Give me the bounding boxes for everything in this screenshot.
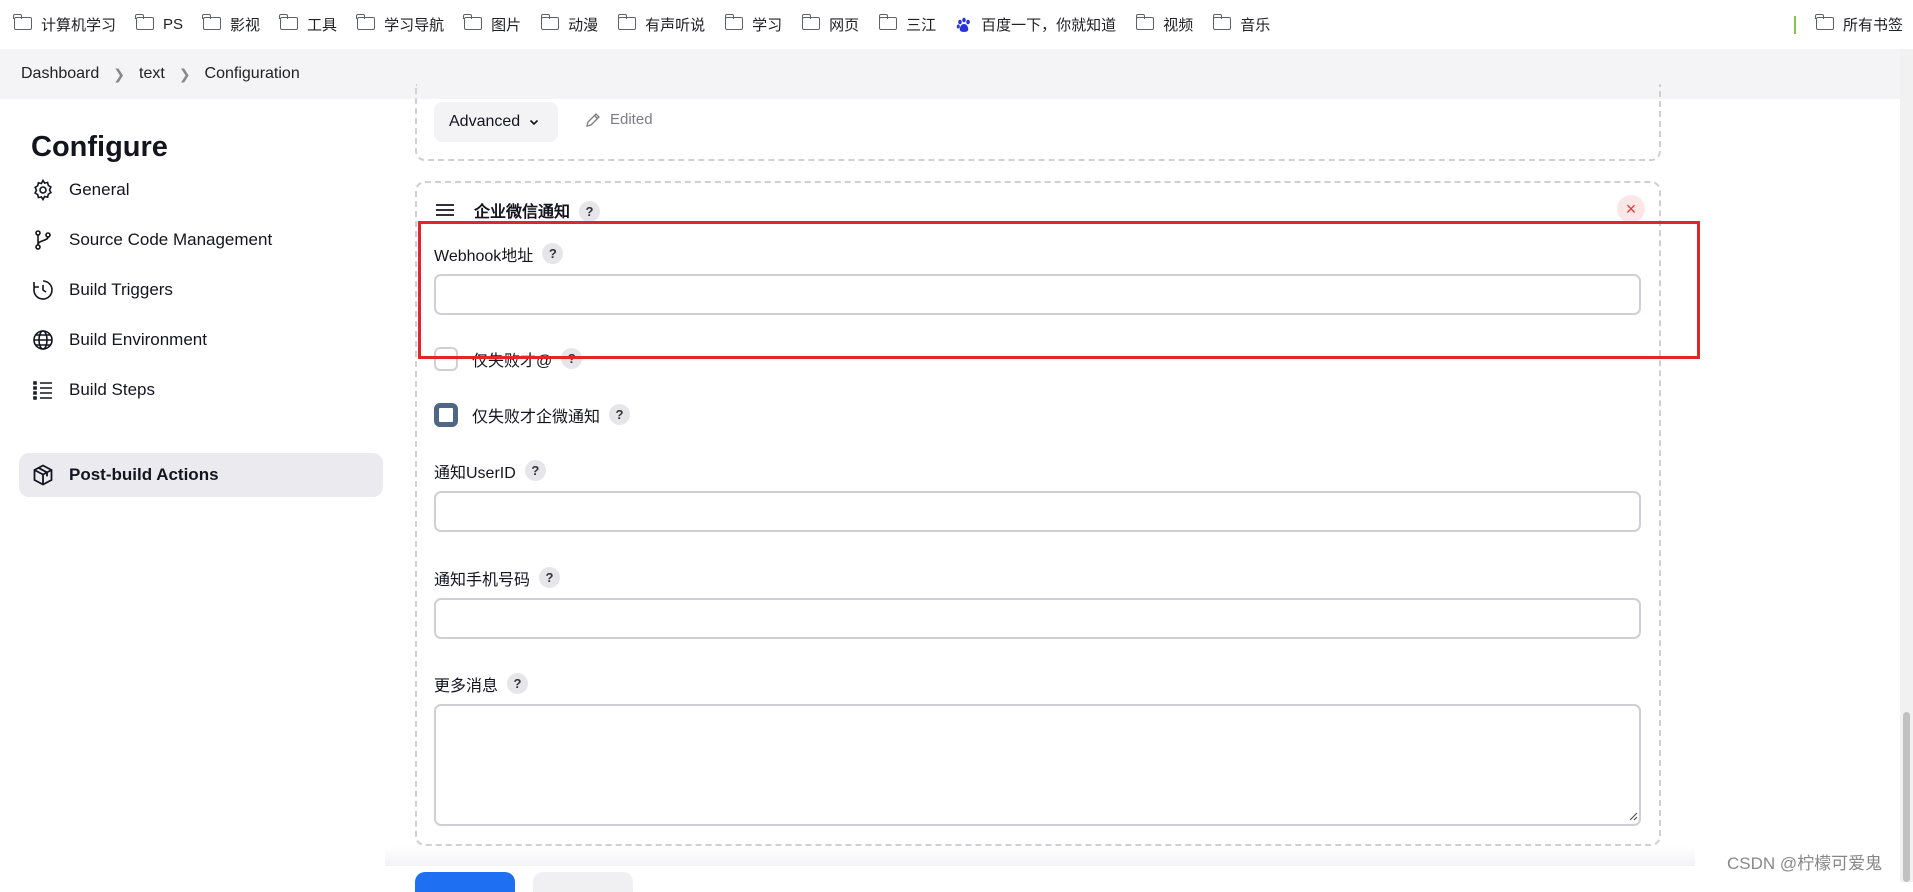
sidebar: Configure General Source Code Management… <box>0 99 395 882</box>
bookmark-item[interactable]: 计算机学习 <box>13 14 116 35</box>
sidebar-item-source-code-management[interactable]: Source Code Management <box>19 218 383 262</box>
folder-icon <box>724 14 744 30</box>
userid-input[interactable] <box>434 491 1641 532</box>
bookmark-item[interactable]: 有声听说 <box>617 14 705 35</box>
bookmark-item[interactable]: 视频 <box>1135 14 1193 35</box>
folder-icon <box>878 14 898 30</box>
bookmarks-bar: 计算机学习 PS 影视 工具 学习导航 图片 动漫 有声听说 学习 网页 三江 … <box>0 0 1913 49</box>
advanced-button[interactable]: Advanced <box>434 102 558 142</box>
folder-icon <box>202 14 222 30</box>
bottom-shadow <box>385 846 1695 866</box>
folder-icon <box>1212 14 1232 30</box>
fail-notify-checkbox-row: 仅失败才企微通知? <box>434 403 631 427</box>
breadcrumb-configuration[interactable]: Configuration <box>205 65 300 83</box>
branch-icon <box>35 230 51 250</box>
bookmark-item[interactable]: 工具 <box>279 14 337 35</box>
help-icon[interactable]: ? <box>579 201 601 222</box>
help-icon[interactable]: ? <box>539 566 561 588</box>
help-icon[interactable]: ? <box>524 459 546 481</box>
sidebar-item-label: General <box>69 180 130 199</box>
folder-icon <box>1135 14 1155 30</box>
folder-icon <box>463 14 483 30</box>
watermark: CSDN @柠檬可爱鬼 <box>1727 854 1883 873</box>
more-message-textarea[interactable] <box>434 704 1641 826</box>
list-icon <box>33 381 52 400</box>
help-icon[interactable]: ? <box>507 672 529 694</box>
sidebar-item-label: Build Triggers <box>69 280 173 299</box>
fail-notify-checkbox[interactable] <box>434 403 458 427</box>
baidu-paw-icon <box>956 17 970 32</box>
sidebar-item-build-triggers[interactable]: Build Triggers <box>19 268 383 312</box>
highlight-box <box>418 221 1700 359</box>
breadcrumb-job[interactable]: text <box>139 65 165 83</box>
folder-icon <box>13 14 32 30</box>
sidebar-item-label: Post-build Actions <box>69 465 219 484</box>
cube-icon <box>33 464 53 486</box>
phone-input[interactable] <box>434 598 1641 639</box>
breadcrumb-dashboard[interactable]: Dashboard <box>21 65 99 83</box>
apply-button[interactable] <box>533 872 633 892</box>
sidebar-item-build-environment[interactable]: Build Environment <box>19 318 383 362</box>
bookmark-item[interactable]: 百度一下，你就知道 <box>956 14 1116 35</box>
chevron-right-icon: ❯ <box>178 65 191 82</box>
bookmark-item[interactable]: 图片 <box>463 14 521 35</box>
phone-label: 通知手机号码? <box>434 566 561 590</box>
more-message-label: 更多消息? <box>434 672 529 696</box>
clock-icon <box>33 280 53 300</box>
folder-icon <box>279 14 299 30</box>
bookmark-item[interactable]: 影视 <box>202 14 260 35</box>
gear-icon <box>34 178 52 202</box>
sidebar-item-build-steps[interactable]: Build Steps <box>19 368 383 412</box>
globe-icon <box>33 330 53 350</box>
folder-icon <box>1815 14 1834 30</box>
bookmark-item[interactable]: 动漫 <box>540 14 598 35</box>
scrollbar-thumb[interactable] <box>1903 712 1910 882</box>
bookmark-item[interactable]: 网页 <box>801 14 859 35</box>
bookmark-item[interactable]: 三江 <box>878 14 936 35</box>
page-scrollbar[interactable] <box>1900 49 1913 882</box>
chevron-right-icon: ❯ <box>113 65 126 82</box>
bookmarks-divider <box>1793 15 1796 34</box>
folder-icon <box>540 14 560 30</box>
resize-grip-icon[interactable] <box>1628 811 1638 821</box>
folder-icon <box>356 14 376 30</box>
sidebar-item-label: Build Environment <box>69 330 207 349</box>
bookmark-item[interactable]: PS <box>135 14 183 33</box>
folder-icon <box>801 14 821 30</box>
bookmark-item[interactable]: 音乐 <box>1212 14 1270 35</box>
sidebar-item-label: Build Steps <box>69 380 155 399</box>
pencil-icon <box>586 112 600 127</box>
all-bookmarks[interactable]: 所有书签 <box>1793 0 1903 49</box>
bookmark-item[interactable]: 学习 <box>724 14 782 35</box>
userid-label: 通知UserID? <box>434 459 546 483</box>
sidebar-item-label: Source Code Management <box>69 230 273 249</box>
section-title: 企业微信通知? <box>474 198 601 223</box>
sidebar-item-general[interactable]: General <box>19 168 383 212</box>
bookmark-item[interactable]: 学习导航 <box>356 14 444 35</box>
page-title: Configure <box>31 131 168 163</box>
sidebar-item-post-build-actions[interactable]: Post-build Actions <box>19 453 383 497</box>
chevron-down-icon <box>530 119 539 126</box>
folder-icon <box>617 14 637 30</box>
edited-indicator: Edited <box>585 111 653 128</box>
close-icon[interactable]: × <box>1617 195 1645 223</box>
help-icon[interactable]: ? <box>609 403 631 425</box>
drag-handle-icon[interactable] <box>435 203 455 217</box>
folder-icon <box>135 14 155 30</box>
save-button[interactable] <box>415 872 515 892</box>
